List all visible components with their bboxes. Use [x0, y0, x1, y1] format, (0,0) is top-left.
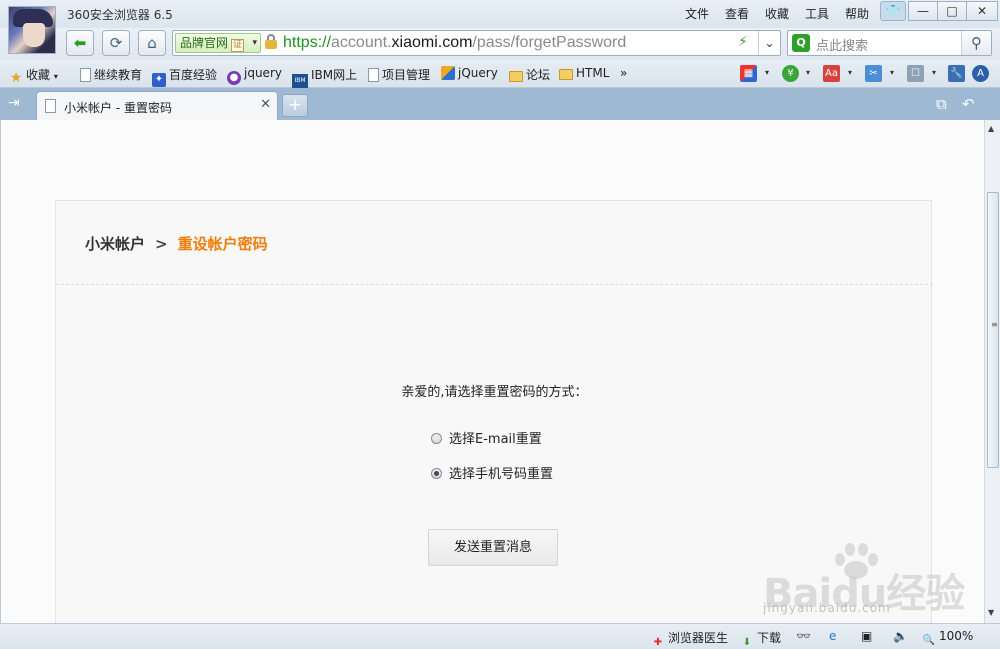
- bookmarks-more[interactable]: »: [620, 66, 627, 80]
- maximize-button[interactable]: □: [937, 1, 967, 21]
- menu-favorites[interactable]: 收藏: [765, 5, 789, 22]
- doctor-icon: ✚: [653, 637, 663, 648]
- browser-doctor[interactable]: ✚ 浏览器医生: [651, 629, 728, 649]
- glasses-icon[interactable]: 👓: [796, 629, 811, 643]
- scrollbar-thumb[interactable]: ≡: [987, 192, 999, 468]
- apps-grid-icon[interactable]: ▦: [740, 65, 757, 82]
- window-icon[interactable]: ▣: [861, 629, 872, 643]
- address-dropdown-icon[interactable]: ⌄: [758, 31, 780, 55]
- wrench-icon[interactable]: 🔧: [948, 65, 965, 82]
- tab-active[interactable]: 小米帐户 - 重置密码 ✕: [36, 91, 278, 120]
- navigation-bar: ⬅ ⟳ ⌂ 品牌官网证 ▾ https://account.xiaomi.com/…: [0, 28, 1000, 60]
- game-icon[interactable]: ☐: [907, 65, 924, 82]
- menu-file[interactable]: 文件: [685, 5, 709, 22]
- radio-phone[interactable]: [431, 468, 442, 479]
- sidebar-toggle-icon[interactable]: ⇥: [8, 95, 20, 111]
- download-icon: ⬇: [742, 637, 752, 648]
- page-icon: [368, 68, 379, 82]
- url-text[interactable]: https://account.xiaomi.com/pass/forgetPa…: [283, 33, 626, 53]
- title-bar: 360安全浏览器 6.5 文件 查看 收藏 工具 帮助 👕 — □ ✕: [0, 0, 1000, 54]
- option-phone-reset[interactable]: 选择手机号码重置: [431, 463, 553, 482]
- reset-method-prompt: 亲爱的,请选择重置密码的方式：: [401, 385, 588, 400]
- paw-icon: ✦: [152, 73, 166, 87]
- chevron-down-icon[interactable]: ▾: [932, 68, 936, 77]
- bookmark-item[interactable]: ● jquery: [227, 66, 282, 85]
- user-account-icon[interactable]: A: [972, 65, 989, 82]
- chevron-down-icon[interactable]: ▾: [765, 68, 769, 77]
- bookmark-item[interactable]: ✦ 百度经验: [152, 66, 217, 87]
- zoom-icon: 🔍: [922, 635, 936, 646]
- translate-icon[interactable]: Aa: [823, 65, 840, 82]
- menu-help[interactable]: 帮助: [845, 5, 869, 22]
- ie-icon[interactable]: e: [829, 629, 836, 643]
- page-icon: [80, 68, 91, 82]
- bookmark-item[interactable]: 项目管理: [368, 66, 430, 83]
- divider: [56, 284, 933, 285]
- chevron-down-icon[interactable]: ▾: [806, 68, 810, 77]
- lock-icon[interactable]: [265, 34, 277, 50]
- close-window-button[interactable]: ✕: [966, 1, 998, 21]
- menu-view[interactable]: 查看: [725, 5, 749, 22]
- bookmarks-bar: ★ 收藏 ▾ 继续教育 ✦ 百度经验 ● jquery IBM IBM网上 项目管理 j…: [0, 60, 1000, 88]
- breadcrumb-root[interactable]: 小米帐户: [85, 235, 145, 253]
- chevron-down-icon[interactable]: ▾: [848, 68, 852, 77]
- chevron-down-icon[interactable]: ▾: [890, 68, 894, 77]
- bookmark-folder[interactable]: 论坛: [509, 66, 550, 83]
- breadcrumb-separator: >: [155, 235, 168, 253]
- option-email-reset[interactable]: 选择E-mail重置: [431, 428, 542, 447]
- search-input[interactable]: 点此搜索: [816, 35, 868, 54]
- tab-bar: ⇥ 小米帐户 - 重置密码 ✕ + ⧉ ↶: [0, 88, 1000, 120]
- jquery-icon: [441, 66, 455, 80]
- volume-icon[interactable]: 🔈: [893, 629, 908, 643]
- monster-icon: ●: [227, 71, 241, 85]
- user-avatar[interactable]: [8, 6, 56, 54]
- page-icon: [45, 99, 56, 113]
- send-reset-button[interactable]: 发送重置消息: [428, 529, 558, 566]
- bookmark-folder[interactable]: HTML: [559, 66, 609, 80]
- shield-icon[interactable]: ¥: [782, 65, 799, 82]
- bookmark-item[interactable]: jQuery: [441, 66, 498, 80]
- folder-icon: [559, 69, 573, 80]
- radio-email[interactable]: [431, 433, 442, 444]
- search-engine-icon[interactable]: Q: [792, 34, 810, 52]
- folder-icon: [509, 71, 523, 82]
- close-tab-icon[interactable]: ✕: [260, 97, 271, 112]
- bookmark-item[interactable]: 继续教育: [80, 66, 142, 83]
- search-icon[interactable]: ⚲: [961, 31, 991, 55]
- scroll-up-icon[interactable]: ▲: [988, 124, 994, 133]
- star-icon: ★: [9, 70, 23, 86]
- minimize-button[interactable]: —: [908, 1, 938, 21]
- brand-official-badge[interactable]: 品牌官网证 ▾: [175, 33, 261, 53]
- scroll-down-icon[interactable]: ▼: [988, 608, 994, 617]
- bolt-icon[interactable]: ⚡: [738, 34, 748, 50]
- new-tab-button[interactable]: +: [282, 94, 308, 117]
- back-arrow-icon[interactable]: ⬅: [66, 30, 94, 56]
- menu-tools[interactable]: 工具: [805, 5, 829, 22]
- skin-shirt-icon[interactable]: 👕: [880, 1, 906, 21]
- favorites-menu[interactable]: ★ 收藏 ▾: [9, 66, 58, 85]
- chevron-down-icon: ▾: [252, 38, 257, 48]
- restore-tab-icon[interactable]: ⧉: [936, 95, 947, 113]
- app-title: 360安全浏览器 6.5: [67, 8, 173, 22]
- home-icon[interactable]: ⌂: [138, 30, 166, 56]
- bookmark-item[interactable]: IBM IBM网上: [292, 66, 357, 88]
- download-manager[interactable]: ⬇ 下载: [740, 629, 781, 649]
- breadcrumb-current: 重设帐户密码: [177, 235, 268, 253]
- refresh-icon[interactable]: ⟳: [102, 30, 130, 56]
- status-bar: ✚ 浏览器医生 ⬇ 下载 👓 e ▣ 🔈 🔍 100%: [0, 623, 1000, 649]
- ibm-icon: IBM: [292, 74, 308, 88]
- search-box[interactable]: Q 点此搜索 ⚲: [787, 30, 992, 56]
- vertical-scrollbar[interactable]: ▲ ≡ ▼: [984, 120, 1000, 623]
- screenshot-icon[interactable]: ✂: [865, 65, 882, 82]
- undo-close-icon[interactable]: ↶: [962, 95, 975, 113]
- cert-icon: 证: [231, 39, 245, 52]
- tab-title: 小米帐户 - 重置密码: [64, 101, 172, 115]
- address-bar[interactable]: 品牌官网证 ▾ https://account.xiaomi.com/pass/f…: [172, 30, 781, 56]
- page-viewport: 小米帐户 > 重设帐户密码 亲爱的,请选择重置密码的方式： 选择E-mail重置 选…: [0, 120, 984, 623]
- breadcrumb: 小米帐户 > 重设帐户密码: [85, 233, 268, 254]
- reset-password-card: 小米帐户 > 重设帐户密码 亲爱的,请选择重置密码的方式： 选择E-mail重置 选…: [55, 200, 933, 623]
- zoom-control[interactable]: 🔍 100%: [922, 629, 974, 648]
